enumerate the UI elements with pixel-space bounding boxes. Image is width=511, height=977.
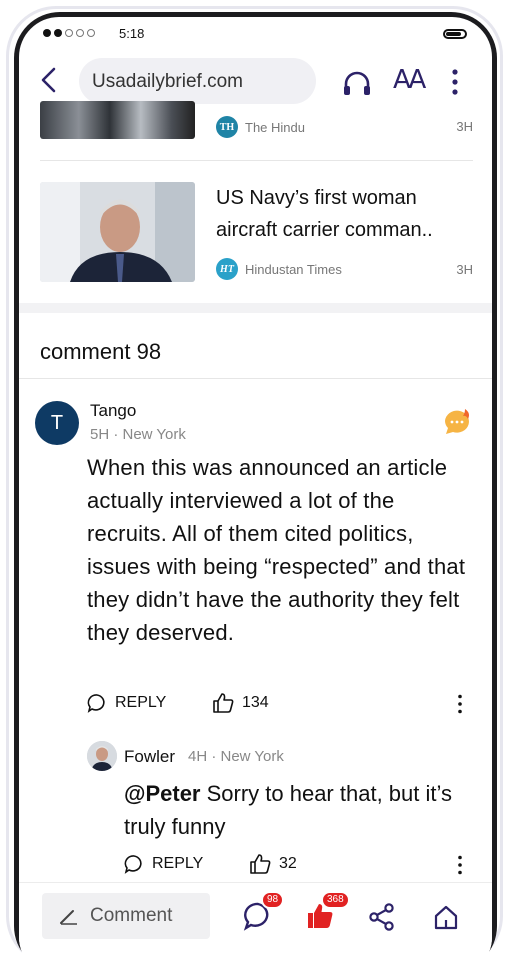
news-item[interactable]: US Navy’s first woman aircraft carrier c… [40, 182, 473, 292]
thumbs-up-icon [213, 693, 234, 713]
more-options-icon[interactable] [451, 69, 459, 95]
home-icon[interactable] [432, 903, 460, 931]
section-gap [19, 303, 492, 313]
source-logo: TH [216, 116, 238, 138]
hot-comment-icon [445, 409, 469, 434]
news-title[interactable]: US Navy’s first woman aircraft carrier c… [216, 182, 473, 246]
news-thumbnail [40, 182, 195, 282]
divider [19, 378, 492, 379]
divider [40, 160, 473, 161]
font-size-icon[interactable]: AA [393, 65, 426, 95]
reply-icon [124, 855, 142, 874]
comments-button[interactable]: 98 [243, 891, 285, 931]
reply-button[interactable]: REPLY [124, 854, 203, 874]
thumbs-up-icon [250, 854, 271, 874]
avatar[interactable] [87, 741, 117, 771]
reply-meta: 4H · New York [188, 748, 284, 765]
screen: 5:18 Usadailybrief.com AA TH The Hindu 3… [19, 17, 492, 977]
url-text: Usadailybrief.com [92, 71, 243, 92]
news-item[interactable]: TH The Hindu 3H [40, 101, 473, 149]
reply-button[interactable]: REPLY [87, 693, 166, 713]
comments-header: comment 98 [40, 339, 162, 364]
comment-placeholder: Comment [90, 905, 173, 926]
news-source: HT Hindustan Times [216, 258, 342, 280]
headphones-icon[interactable] [342, 69, 372, 97]
comment-text: When this was announced an article actua… [87, 455, 466, 645]
like-button[interactable]: 32 [249, 853, 297, 875]
comment-username[interactable]: Tango [90, 401, 136, 421]
phone-mockup: 5:18 Usadailybrief.com AA TH The Hindu 3… [0, 0, 511, 977]
avatar[interactable]: T [35, 401, 79, 445]
battery-icon [443, 29, 467, 39]
news-source: TH The Hindu [216, 116, 305, 138]
like-article-button[interactable]: 368 [305, 891, 350, 931]
signal-icon [43, 29, 95, 37]
mention[interactable]: @Peter [124, 781, 200, 806]
comments-badge: 98 [261, 891, 285, 909]
news-age: 3H [456, 262, 473, 277]
status-time: 5:18 [119, 26, 145, 41]
news-age: 3H [456, 119, 473, 134]
bottom-action-bar: Comment 98 368 [19, 882, 492, 963]
like-button[interactable]: 134 [212, 692, 269, 714]
reply-more-icon[interactable] [457, 855, 463, 875]
news-thumbnail [40, 101, 195, 139]
comment-input[interactable]: Comment [42, 893, 210, 939]
like-count: 134 [242, 694, 269, 711]
share-icon[interactable] [368, 903, 396, 931]
likes-badge: 368 [321, 891, 350, 909]
reply-username[interactable]: Fowler [124, 747, 175, 767]
comment-more-icon[interactable] [457, 694, 463, 714]
like-count: 32 [279, 855, 297, 872]
reply-icon [87, 694, 105, 713]
back-arrow-icon[interactable] [37, 67, 63, 93]
status-bar: 5:18 [19, 17, 492, 51]
url-bar[interactable]: Usadailybrief.com [79, 58, 316, 104]
pencil-icon [60, 910, 77, 925]
reply-text: @Peter Sorry to hear that, but it’s trul… [124, 781, 452, 839]
comment-meta: 5H · New York [90, 426, 186, 443]
source-logo: HT [216, 258, 238, 280]
